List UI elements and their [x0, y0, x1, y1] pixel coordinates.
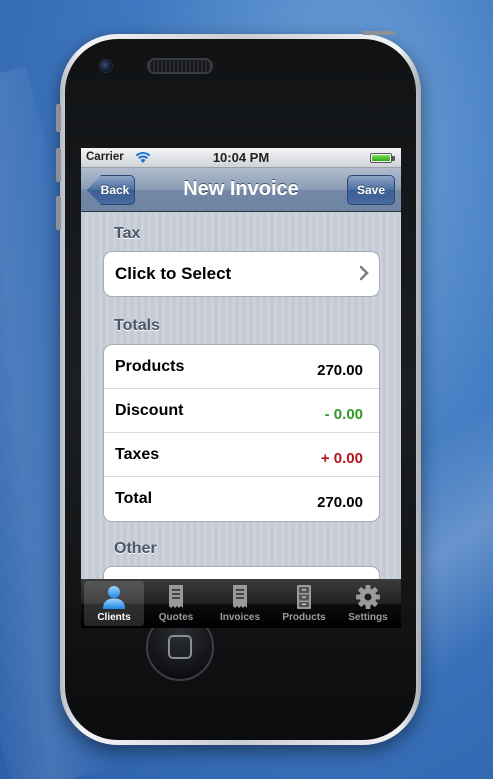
section-header-tax: Tax — [114, 225, 141, 242]
sleep-button — [362, 31, 396, 35]
row-value: - 0.00 — [324, 406, 363, 423]
row-value: 270.00 — [317, 494, 363, 511]
gear-icon — [356, 585, 380, 609]
row-label: Taxes — [115, 446, 160, 463]
tab-invoices[interactable]: Invoices — [210, 581, 270, 626]
section-header-other: Other — [114, 540, 157, 557]
tab-products[interactable]: Products — [274, 581, 334, 626]
earpiece-speaker — [147, 58, 213, 74]
receipt-icon — [233, 585, 247, 608]
person-icon — [103, 586, 125, 609]
page-title: New Invoice — [183, 178, 299, 200]
receipt-icon — [169, 585, 183, 608]
tab-label: Invoices — [219, 612, 261, 623]
volume-up-button — [56, 148, 61, 182]
tab-label: Clients — [97, 612, 131, 623]
tab-quotes[interactable]: Quotes — [146, 581, 206, 626]
status-bar: Carrier 10:04 PM — [81, 148, 401, 168]
phone-screen: Carrier 10:04 PM Back New Invoice Save T… — [81, 148, 401, 628]
mute-switch — [56, 104, 61, 132]
totals-row-taxes: Taxes + 0.00 — [104, 433, 379, 477]
front-camera — [99, 59, 113, 73]
tab-label: Quotes — [158, 612, 194, 623]
row-label: Discount — [115, 402, 184, 419]
row-label: Total — [115, 490, 153, 507]
totals-row-discount: Discount - 0.00 — [104, 389, 379, 433]
section-header-totals: Totals — [114, 317, 160, 334]
totals-row-products: Products 270.00 — [104, 345, 379, 389]
save-button[interactable]: Save — [347, 175, 395, 205]
tax-select-group: Click to Select — [103, 251, 380, 297]
invoice-form[interactable]: Tax Click to Select Totals Products 270.… — [81, 213, 401, 579]
tab-bar: Clients Quotes Invoices Products Setting… — [81, 579, 401, 628]
back-button[interactable]: Back — [87, 175, 135, 205]
tax-select-cell[interactable]: Click to Select — [104, 252, 379, 296]
navigation-bar: Back New Invoice Save — [81, 168, 401, 212]
tab-clients[interactable]: Clients — [84, 581, 144, 626]
battery-icon — [370, 153, 395, 163]
tab-label: Products — [282, 612, 326, 623]
cabinet-icon — [297, 585, 311, 609]
other-group[interactable] — [103, 566, 380, 579]
row-value: + 0.00 — [320, 450, 363, 467]
tab-label: Settings — [348, 612, 388, 623]
clock: 10:04 PM — [212, 150, 270, 165]
tab-settings[interactable]: Settings — [338, 581, 398, 626]
row-label: Products — [115, 358, 185, 375]
home-square-icon — [168, 635, 192, 659]
chevron-right-icon — [359, 265, 369, 281]
volume-down-button — [56, 196, 61, 230]
totals-group: Products 270.00 Discount - 0.00 Taxes + … — [103, 344, 380, 522]
totals-row-total: Total 270.00 — [104, 477, 379, 521]
tax-select-label: Click to Select — [115, 264, 232, 283]
row-value: 270.00 — [317, 362, 363, 379]
